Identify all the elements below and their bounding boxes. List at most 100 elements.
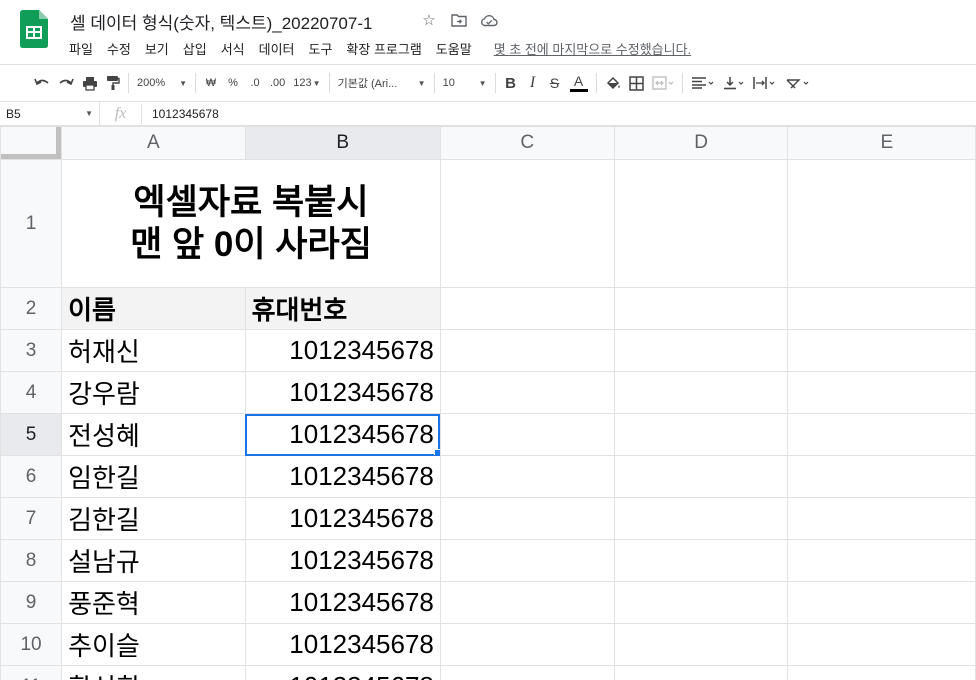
menu-view[interactable]: 보기 [138,37,176,60]
cell[interactable] [787,371,976,414]
cell[interactable] [439,329,615,372]
row-header[interactable]: 4 [0,371,63,414]
name-cell[interactable]: 전성혜 [61,413,246,456]
cell[interactable] [613,623,789,666]
merge-cells-icon[interactable] [648,70,678,96]
cell[interactable] [787,497,976,540]
row-header[interactable]: 11 [0,665,63,680]
menu-file[interactable]: 파일 [62,37,100,60]
cell[interactable] [787,455,976,498]
phone-cell[interactable]: 1012345678 [244,455,441,498]
borders-icon[interactable] [625,70,648,96]
menu-edit[interactable]: 수정 [100,37,138,60]
column-header-c[interactable]: C [439,126,615,160]
row-header[interactable]: 10 [0,623,63,666]
phone-cell[interactable]: 1012345678 [244,329,441,372]
sheets-logo-icon[interactable] [20,10,48,48]
text-wrapping-icon[interactable] [749,70,781,96]
cell[interactable] [787,665,976,680]
cell[interactable] [787,159,976,288]
vertical-align-icon[interactable] [719,70,749,96]
cell[interactable] [613,287,789,330]
row-header[interactable]: 8 [0,539,63,582]
header-cell-phone[interactable]: 휴대번호 [244,287,441,330]
menu-format[interactable]: 서식 [214,37,252,60]
header-cell-name[interactable]: 이름 [61,287,246,330]
strikethrough-button[interactable]: S [544,70,566,96]
name-cell[interactable]: 허재신 [61,329,246,372]
column-header-e[interactable]: E [787,126,976,160]
italic-button[interactable]: I [522,70,544,96]
menu-help[interactable]: 도움말 [429,37,479,60]
increase-decimal-button[interactable]: .00 [266,70,289,96]
name-cell[interactable]: 풍준혁 [61,581,246,624]
last-edit-link[interactable]: 몇 초 전에 마지막으로 수정했습니다. [487,37,698,60]
row-header[interactable]: 5 [0,413,63,456]
phone-cell[interactable]: 1012345678 [244,623,441,666]
phone-cell[interactable]: 1012345678 [244,497,441,540]
row-header[interactable]: 3 [0,329,63,372]
decrease-decimal-button[interactable]: .0 [244,70,266,96]
font-size-select[interactable]: 10 ▼ [439,70,491,96]
cell[interactable] [787,581,976,624]
column-header-d[interactable]: D [613,126,789,160]
name-cell[interactable]: 설남규 [61,539,246,582]
cell[interactable] [439,287,615,330]
zoom-select[interactable]: 200% ▼ [133,70,191,96]
row-header[interactable]: 1 [0,159,63,288]
name-cell[interactable]: 황성휘 [61,665,246,680]
cell[interactable] [787,329,976,372]
cell[interactable] [613,581,789,624]
phone-cell[interactable]: 1012345678 [244,371,441,414]
text-rotation-icon[interactable] [781,70,815,96]
menu-data[interactable]: 데이터 [252,37,302,60]
cell[interactable] [439,455,615,498]
fill-color-icon[interactable] [601,70,625,96]
currency-format-button[interactable]: ₩ [200,70,222,96]
horizontal-align-icon[interactable] [687,70,719,96]
name-cell[interactable]: 강우람 [61,371,246,414]
redo-icon[interactable] [54,70,78,96]
menu-tools[interactable]: 도구 [302,37,340,60]
document-title[interactable]: 셀 데이터 형식(숫자, 텍스트)_20220707-1 [70,9,372,34]
print-icon[interactable] [78,70,102,96]
cell[interactable] [787,287,976,330]
more-formats-button[interactable]: 123 ▼ [289,70,324,96]
cell[interactable] [439,581,615,624]
phone-cell[interactable]: 1012345678 [244,581,441,624]
font-select[interactable]: 기본값 (Ari... ▼ [334,70,430,96]
move-folder-icon[interactable] [448,10,470,30]
cell[interactable] [613,539,789,582]
selected-phone-cell[interactable]: 1012345678 [244,413,441,456]
cell[interactable] [439,413,615,456]
cell[interactable] [613,455,789,498]
fill-handle[interactable] [433,449,440,455]
row-header[interactable]: 7 [0,497,63,540]
cell[interactable] [613,413,789,456]
cell[interactable] [787,539,976,582]
phone-cell[interactable]: 1012345678 [244,539,441,582]
percent-format-button[interactable]: % [222,70,244,96]
bold-button[interactable]: B [500,70,522,96]
name-box[interactable]: B5 ▼ [0,101,100,126]
cell[interactable] [439,665,615,680]
text-color-button[interactable]: A [566,70,592,96]
row-header[interactable]: 9 [0,581,63,624]
row-header[interactable]: 2 [0,287,63,330]
menu-extensions[interactable]: 확장 프로그램 [339,37,428,60]
select-all-corner[interactable] [0,126,63,160]
name-cell[interactable]: 김한길 [61,497,246,540]
cell[interactable] [439,539,615,582]
cell[interactable] [787,623,976,666]
row-header[interactable]: 6 [0,455,63,498]
cell[interactable] [613,497,789,540]
cell[interactable] [613,159,789,288]
cell[interactable] [439,159,615,288]
phone-cell[interactable]: 1012345678 [244,665,441,680]
cell[interactable] [439,623,615,666]
menu-insert[interactable]: 삽입 [176,37,214,60]
cell[interactable] [613,665,789,680]
cell[interactable] [613,329,789,372]
merged-title-cell[interactable]: 엑셀자료 복붙시 맨 앞 0이 사라짐 [61,159,441,288]
cell[interactable] [613,371,789,414]
